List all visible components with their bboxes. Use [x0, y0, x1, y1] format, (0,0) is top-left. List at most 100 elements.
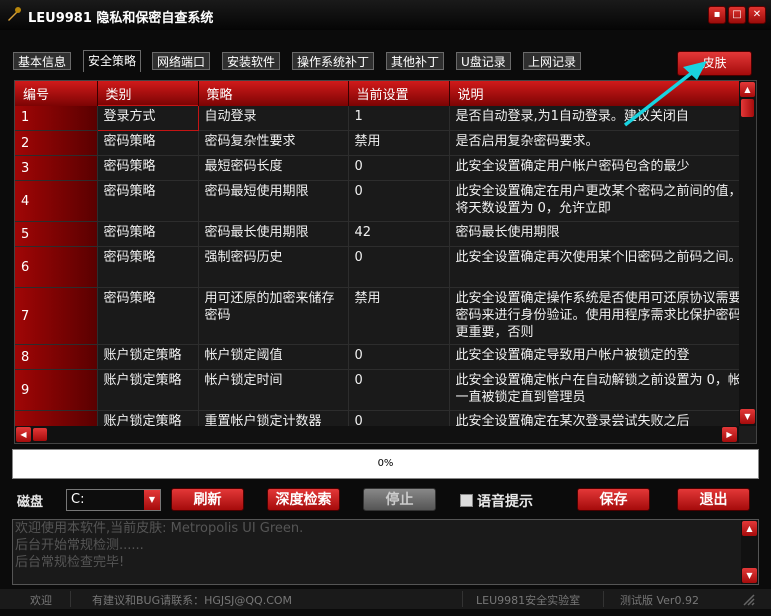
cell-id: 8 — [15, 344, 98, 370]
status-divider — [462, 591, 463, 607]
cell-current: 0 — [348, 410, 450, 426]
chevron-down-icon[interactable]: ▼ — [144, 490, 160, 510]
cell-category: 密码策略 — [97, 130, 199, 156]
column-header-category[interactable]: 类别 — [97, 81, 199, 106]
close-button[interactable]: ✕ — [748, 6, 766, 24]
status-bar: 欢迎 有建议和BUG请联系：HGJSJ@QQ.COM LEU9981安全实验室 … — [0, 589, 771, 609]
cell-policy: 强制密码历史 — [198, 246, 349, 288]
cell-description: 此安全设置确定在用户更改某个密码之前间的值，或者将天数设置为 0，允许立即 — [449, 180, 739, 222]
cell-policy: 密码复杂性要求 — [198, 130, 349, 156]
column-header-description[interactable]: 说明 — [449, 81, 739, 106]
resize-grip-icon[interactable] — [740, 591, 756, 607]
log-line: 后台常规检查完毕! — [15, 555, 125, 570]
cell-category: 密码策略 — [97, 221, 199, 247]
cell-category: 密码策略 — [97, 287, 199, 345]
cell-description: 此安全设置确定再次使用某个旧密码之前码之间。 — [449, 246, 739, 288]
title-bar: LEU9981 隐私和保密自查系统 ▪ □ ✕ — [0, 0, 771, 30]
skin-button[interactable]: 皮肤 — [677, 51, 752, 76]
cell-id: 1 — [15, 105, 98, 131]
scroll-down-icon[interactable]: ▼ — [742, 568, 757, 583]
cell-policy: 自动登录 — [198, 105, 349, 131]
scroll-right-icon[interactable]: ▶ — [722, 427, 737, 442]
scroll-up-icon[interactable]: ▲ — [742, 521, 757, 536]
grid-horizontal-scrollbar[interactable]: ◀ ▶ — [15, 426, 739, 443]
cell-current: 禁用 — [348, 287, 450, 345]
cell-current: 0 — [348, 180, 450, 222]
cell-description: 此安全设置确定在某次登录尝试失败之后 — [449, 410, 739, 426]
table-row[interactable]: 4 密码策略 密码最短使用期限 0 此安全设置确定在用户更改某个密码之前间的值，或者将天… — [15, 180, 739, 222]
table-row[interactable]: 5 密码策略 密码最长使用期限 42 密码最长使用期限 — [15, 221, 739, 247]
tab-network-ports[interactable]: 网络端口 — [152, 52, 211, 70]
tab-web-records[interactable]: 上网记录 — [523, 52, 582, 70]
window-title: LEU9981 隐私和保密自查系统 — [28, 11, 214, 26]
table-row[interactable]: 1 登录方式 自动登录 1 是否自动登录,为1自动登录。建议关闭自 — [15, 105, 739, 131]
table-row[interactable]: 6 密码策略 强制密码历史 0 此安全设置确定再次使用某个旧密码之前码之间。 — [15, 246, 739, 288]
scroll-up-icon[interactable]: ▲ — [740, 82, 755, 97]
cell-policy: 重置帐户锁定计数器 — [198, 410, 349, 426]
status-divider — [603, 591, 604, 607]
cell-description: 是否启用复杂密码要求。 — [449, 130, 739, 156]
save-button[interactable]: 保存 — [577, 488, 650, 511]
cell-description: 是否自动登录,为1自动登录。建议关闭自 — [449, 105, 739, 131]
table-row[interactable]: 9 账户锁定策略 帐户锁定时间 0 此安全设置确定帐户在自动解锁之前设置为 0，帐户将一… — [15, 369, 739, 411]
horizontal-scroll-thumb[interactable] — [33, 428, 47, 441]
log-line: 后台开始常规检测...... — [15, 538, 144, 553]
cell-category: 登录方式 — [96, 105, 199, 131]
status-lab: LEU9981安全实验室 — [476, 594, 581, 607]
table-row[interactable]: 3 密码策略 最短密码长度 0 此安全设置确定用户帐户密码包含的最少 — [15, 155, 739, 181]
grid-vertical-scrollbar[interactable]: ▲ ▼ — [739, 81, 756, 426]
cell-policy: 帐户锁定阈值 — [198, 344, 349, 370]
log-panel[interactable]: 欢迎使用本软件,当前皮肤: Metropolis UI Green. 后台开始常… — [12, 519, 759, 585]
voice-checkbox-label: 语音提示 — [477, 494, 533, 510]
maximize-button[interactable]: □ — [728, 6, 746, 24]
cell-category: 账户锁定策略 — [97, 369, 199, 411]
column-header-current[interactable]: 当前设置 — [348, 81, 450, 106]
cell-id: 3 — [15, 155, 98, 181]
cell-description: 此安全设置确定帐户在自动解锁之前设置为 0，帐户将一直被锁定直到管理员 — [449, 369, 739, 411]
minimize-button[interactable]: ▪ — [708, 6, 726, 24]
cell-id: 6 — [15, 246, 98, 288]
tab-basic-info[interactable]: 基本信息 — [13, 52, 72, 70]
cell-id: 7 — [15, 287, 98, 345]
table-row[interactable]: 8 账户锁定策略 帐户锁定阈值 0 此安全设置确定导致用户帐户被锁定的登 — [15, 344, 739, 370]
stop-button[interactable]: 停止 — [363, 488, 436, 511]
policy-table: 编号 类别 策略 当前设置 说明 1 登录方式 自动登录 1 是否自动登录,为1自动登录… — [15, 81, 739, 426]
tab-other-patches[interactable]: 其他补丁 — [386, 52, 445, 70]
vertical-scroll-thumb[interactable] — [741, 99, 754, 117]
scroll-left-icon[interactable]: ◀ — [16, 427, 31, 442]
column-header-policy[interactable]: 策略 — [198, 81, 349, 106]
cell-id: 9 — [15, 369, 98, 411]
cell-policy: 密码最长使用期限 — [198, 221, 349, 247]
log-scrollbar[interactable]: ▲ ▼ — [741, 520, 758, 584]
app-logo-icon — [8, 7, 21, 21]
cell-category: 账户锁定策略 — [97, 344, 199, 370]
cell-current: 0 — [348, 155, 450, 181]
column-header-id[interactable]: 编号 — [15, 81, 98, 106]
table-header: 编号 类别 策略 当前设置 说明 — [15, 81, 739, 106]
tab-usb-records[interactable]: U盘记录 — [456, 52, 511, 70]
status-welcome: 欢迎 — [30, 594, 52, 607]
refresh-button[interactable]: 刷新 — [171, 488, 244, 511]
cell-description: 此安全设置确定导致用户帐户被锁定的登 — [449, 344, 739, 370]
tab-installed-software[interactable]: 安装软件 — [222, 52, 281, 70]
cell-policy: 帐户锁定时间 — [198, 369, 349, 411]
disk-select[interactable]: C: ▼ — [66, 489, 161, 511]
table-row[interactable]: 7 密码策略 用可还原的加密来储存密码 禁用 此安全设置确定操作系统是否使用可还原协议需… — [15, 287, 739, 345]
log-line: 欢迎使用本软件,当前皮肤: Metropolis UI Green. — [15, 521, 304, 536]
exit-button[interactable]: 退出 — [677, 488, 750, 511]
tab-security-policy[interactable]: 安全策略 — [83, 50, 142, 72]
cell-id: 5 — [15, 221, 98, 247]
scroll-down-icon[interactable]: ▼ — [740, 409, 755, 424]
table-row[interactable]: 2 密码策略 密码复杂性要求 禁用 是否启用复杂密码要求。 — [15, 130, 739, 156]
cell-category: 密码策略 — [97, 155, 199, 181]
deep-scan-button[interactable]: 深度检索 — [267, 488, 340, 511]
table-row[interactable]: 账户锁定策略 重置帐户锁定计数器 0 此安全设置确定在某次登录尝试失败之后 — [15, 410, 739, 426]
disk-label: 磁盘 — [17, 495, 44, 510]
status-version: 测试版 Ver0.92 — [620, 594, 699, 607]
status-contact: 有建议和BUG请联系：HGJSJ@QQ.COM — [92, 594, 293, 607]
cell-id — [15, 410, 98, 426]
tab-os-patches[interactable]: 操作系统补丁 — [292, 52, 375, 70]
cell-id: 2 — [15, 130, 98, 156]
voice-checkbox[interactable] — [460, 494, 473, 507]
policy-grid: 编号 类别 策略 当前设置 说明 1 登录方式 自动登录 1 是否自动登录,为1自动登录… — [14, 80, 757, 444]
